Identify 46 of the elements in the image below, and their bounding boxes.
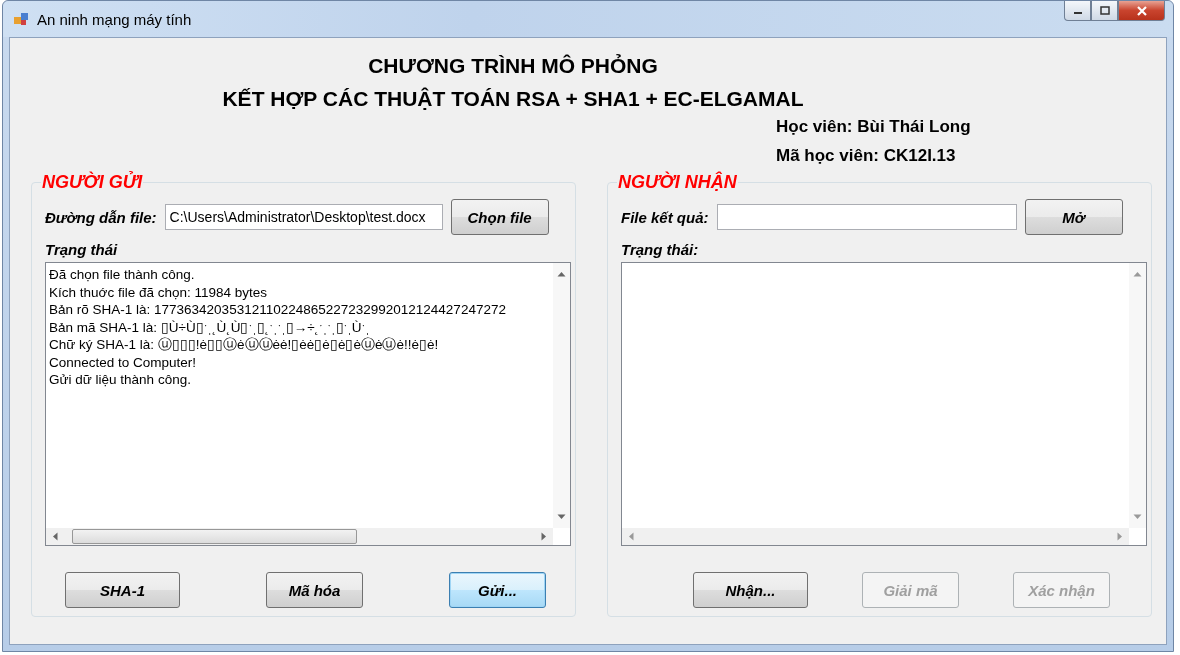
left-arrow-icon	[52, 532, 58, 541]
log-line: Kích thuớc file đã chọn: 11984 bytes	[49, 283, 268, 301]
left-arrow-icon	[628, 532, 634, 541]
group-title: NGƯỜI NHẬN	[617, 172, 738, 193]
program-title: CHƯƠNG TRÌNH MÔ PHỎNG	[368, 54, 658, 78]
group-title: NGƯỜI GỬI	[41, 172, 144, 193]
student-info: Mã học viên: CK12I.13	[776, 146, 957, 166]
close-icon	[1135, 5, 1148, 16]
path-field[interactable]: C:\Users\Administrator\Desktop\test.docx	[164, 204, 443, 230]
log-line: Bản rõ SHA-1 là: 17736342035312110224865227232992012124427247272	[49, 301, 507, 319]
up-arrow-icon	[557, 271, 566, 277]
log-line: Gửi dữ liệu thành công.	[49, 371, 192, 389]
horizontal-scrollbar[interactable]	[46, 528, 553, 545]
action-button[interactable]: SHA-1	[65, 572, 180, 608]
action-button[interactable]: Gửi...	[449, 572, 546, 608]
status-log[interactable]	[45, 262, 571, 546]
log-line: Đã chọn file thành công.	[49, 266, 196, 284]
up-arrow-icon	[1133, 271, 1142, 277]
action-button[interactable]: Mã hóa	[266, 572, 363, 608]
open-button[interactable]: Mở	[1024, 199, 1123, 235]
down-arrow-icon	[557, 514, 566, 520]
student-info: Học viên: Bùi Thái Long	[776, 117, 972, 137]
log-line: Chữ ký SHA-1 là: ⓤ▯▯▯!ė▯▯ⓤėⓤⓤėė!▯ėė▯ė▯ė▯ėⓤėⓤė!!ė▯ė!	[49, 336, 440, 354]
log-line: Connected to Computer!	[49, 353, 198, 371]
field-label: File kết quả:	[621, 208, 709, 226]
action-button[interactable]: Nhận...	[693, 572, 808, 608]
maximize-button[interactable]	[1091, 1, 1118, 21]
program-title: KẾT HỢP CÁC THUẬT TOÁN RSA + SHA1 + EC-ELGAMAL	[222, 87, 804, 111]
log-line: Bản mã SHA-1 là: ▯Ù÷Ù▯ˑˌ˛Ù˛Ù▯ˑˌ▯˛ˑˌˑˌ▯→÷˛ˑˌˑˌ▯ˑˌÙˑˌ	[49, 318, 371, 336]
close-button[interactable]	[1118, 1, 1165, 21]
result-file-field[interactable]	[716, 204, 1017, 230]
horizontal-scrollbar[interactable]	[622, 528, 1129, 545]
right-arrow-icon	[1117, 532, 1123, 541]
down-arrow-icon	[1133, 514, 1142, 520]
scroll-thumb[interactable]	[72, 529, 357, 544]
window-title: An ninh mạng máy tính	[37, 10, 192, 28]
vertical-scrollbar[interactable]	[1129, 263, 1146, 528]
choose-file-button[interactable]: Chọn file	[450, 199, 549, 235]
minimize-button[interactable]	[1064, 1, 1091, 21]
maximize-icon	[1099, 6, 1110, 15]
vertical-scrollbar[interactable]	[553, 263, 570, 528]
right-arrow-icon	[541, 532, 547, 541]
status-label: Trạng thái	[45, 241, 119, 258]
app-icon	[13, 11, 29, 27]
status-label: Trạng thái:	[621, 241, 700, 258]
field-label: Đường dẫn file:	[45, 208, 157, 226]
